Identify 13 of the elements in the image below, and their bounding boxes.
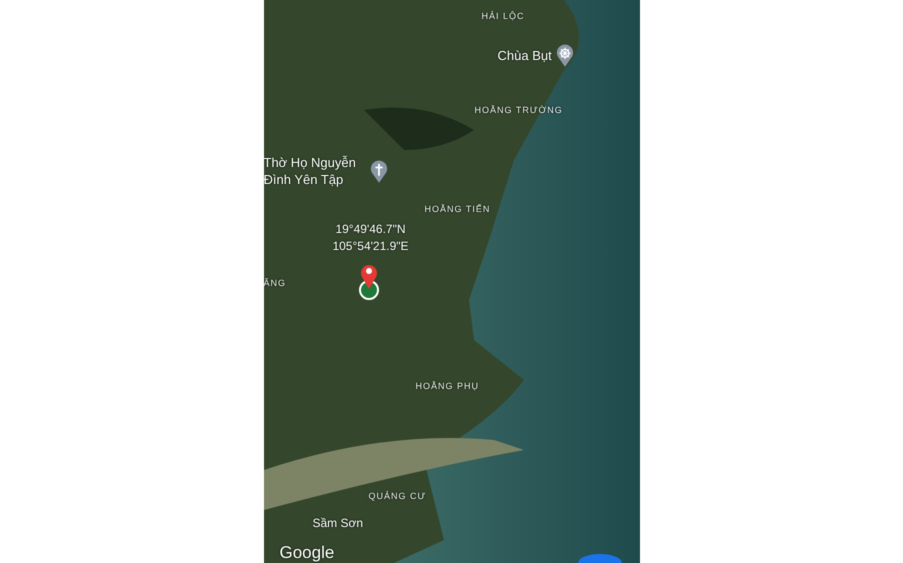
place-label: Thờ Họ Nguyễn Đình Yên Tập bbox=[264, 155, 357, 189]
area-label: HOẰNG TIẾN bbox=[424, 204, 490, 214]
coordinates-label: 19°49'46.7"N 105°54'21.9"E bbox=[331, 221, 410, 256]
place-label: Chùa Bụt bbox=[498, 48, 552, 64]
area-label: HOẰNG TRƯỜNG bbox=[474, 105, 563, 115]
cross-pin-icon bbox=[370, 160, 388, 184]
city-label: Sầm Sơn bbox=[312, 516, 364, 530]
area-label: HẢI LỘC bbox=[482, 11, 525, 21]
area-label: QUẢNG CƯ bbox=[368, 491, 426, 501]
wheel-pin-icon bbox=[556, 44, 574, 68]
area-label: ĂNG bbox=[264, 278, 286, 288]
map-attribution: Google bbox=[280, 543, 334, 563]
area-label: HOẰNG PHỤ bbox=[416, 381, 480, 391]
